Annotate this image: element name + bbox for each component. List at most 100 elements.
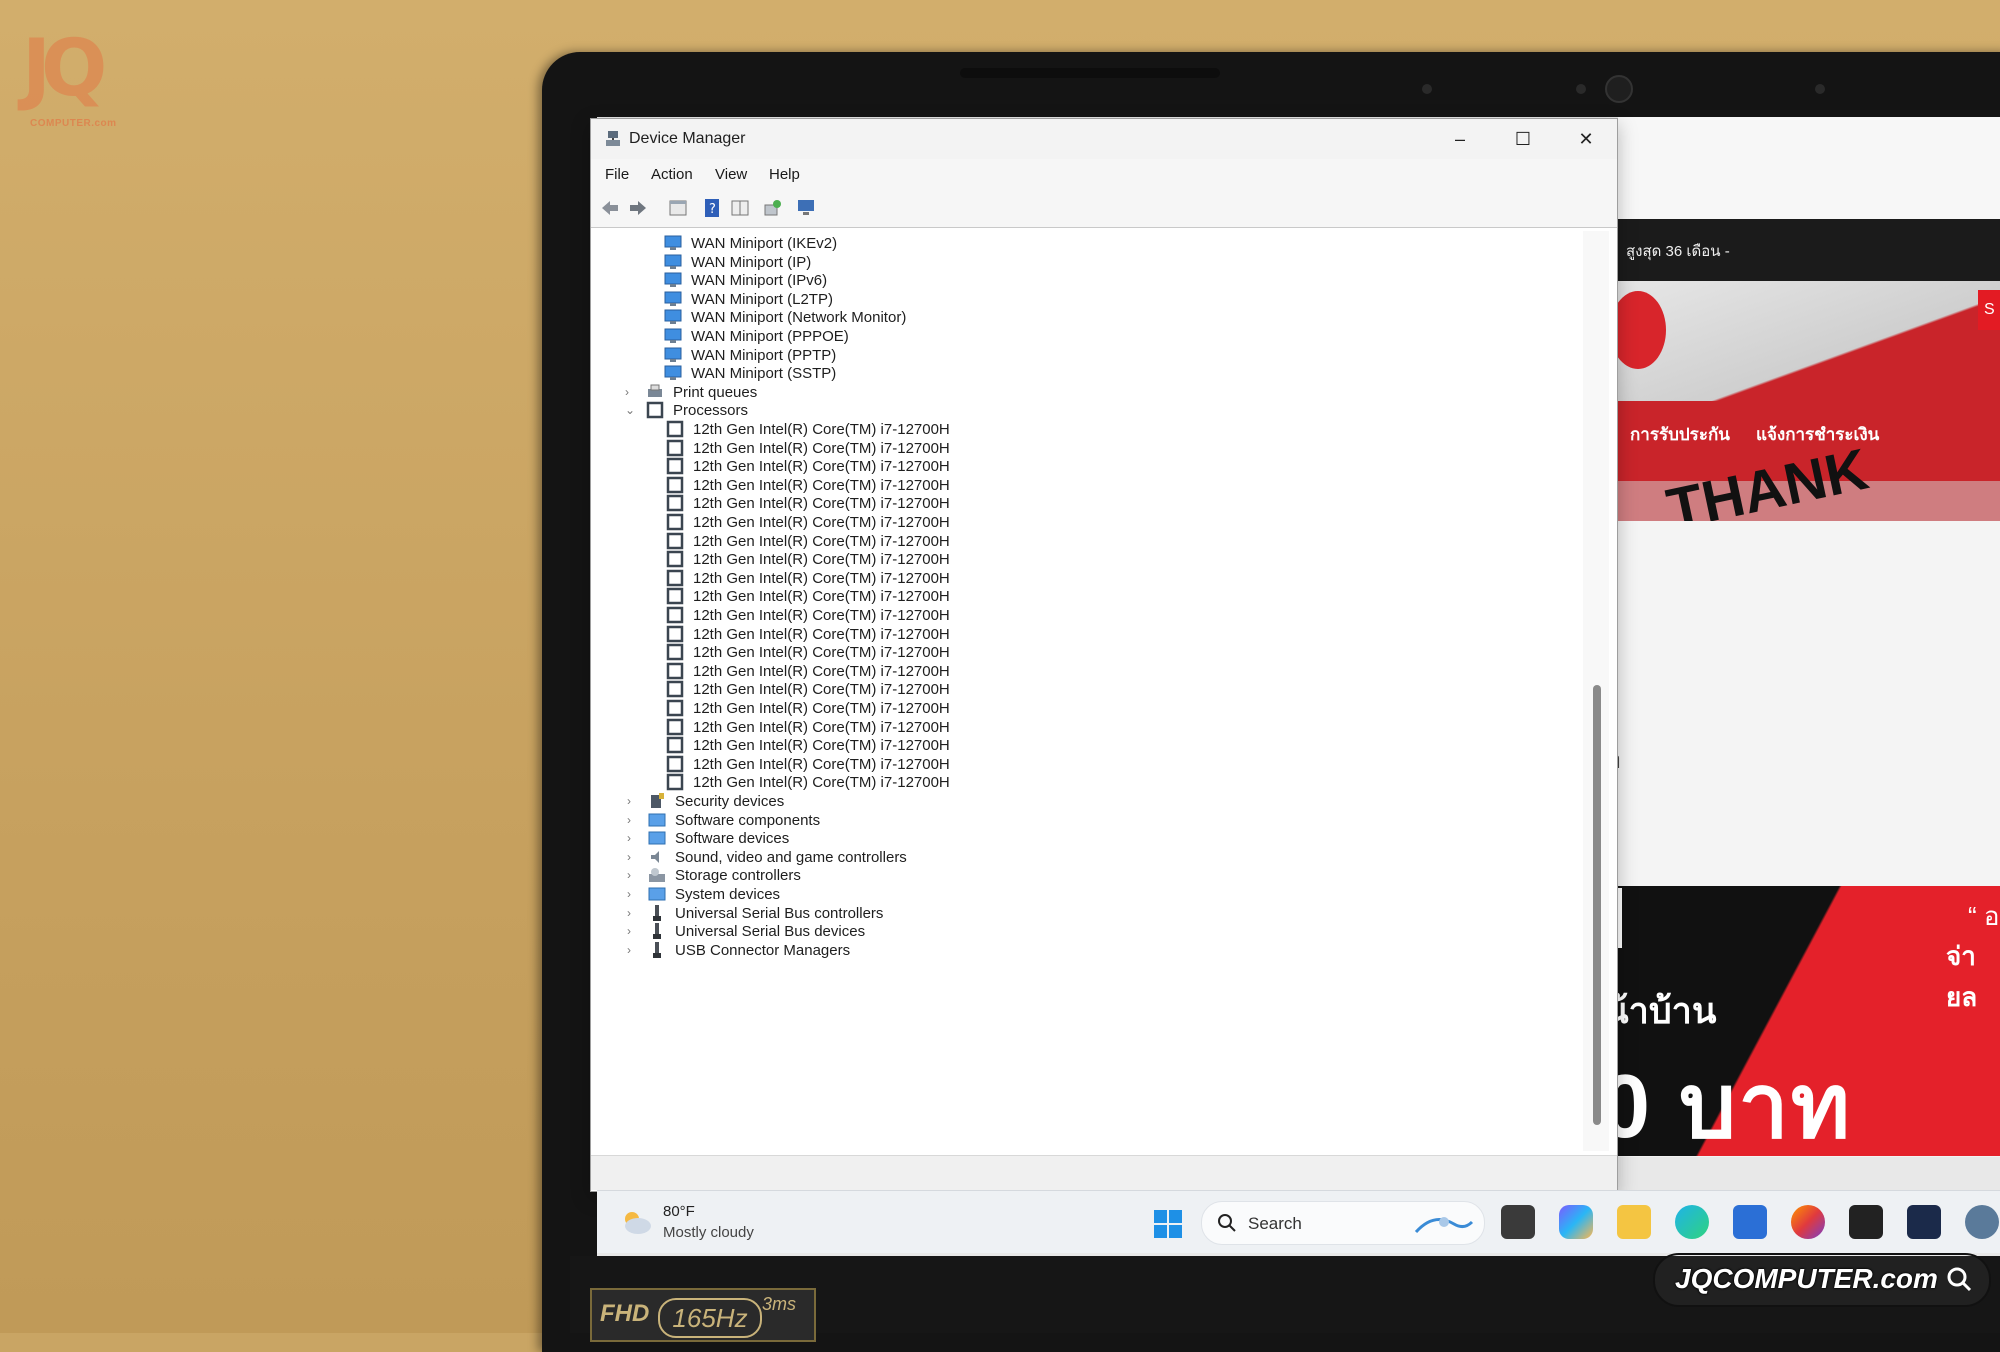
financing-banner[interactable]: “ อ จ่ายล น้าบ้าน 0 บาท — [1600, 886, 2000, 1156]
firefox-icon[interactable] — [1791, 1205, 1825, 1239]
net-device-icon — [664, 235, 682, 250]
expand-chevron-icon[interactable]: › — [627, 907, 639, 919]
search-icon — [1218, 1214, 1236, 1232]
banner-pay-text: จ่ายล — [1946, 941, 1978, 1012]
cpu-device-icon — [666, 513, 684, 531]
weather-condition[interactable]: Mostly cloudy — [663, 1224, 754, 1241]
expand-chevron-icon[interactable]: › — [627, 869, 639, 881]
taskbar-search[interactable]: Search — [1201, 1201, 1485, 1245]
tree-item-label: 12th Gen Intel(R) Core(TM) i7-12700H — [693, 569, 950, 587]
collapse-chevron-icon[interactable]: ⌄ — [625, 404, 637, 416]
tree-item-label: 12th Gen Intel(R) Core(TM) i7-12700H — [693, 588, 950, 606]
dropbox-icon[interactable] — [1849, 1205, 1883, 1239]
expand-chevron-icon[interactable]: › — [627, 795, 639, 807]
red-tag[interactable]: S — [1978, 290, 2000, 330]
svg-text:?: ? — [709, 202, 716, 217]
cpu-device-icon — [666, 755, 684, 773]
microsoft-store-icon[interactable] — [1733, 1205, 1767, 1239]
net-device-icon — [664, 347, 682, 362]
payment-link[interactable]: แจ้งการชำระเงิน — [1756, 421, 1879, 448]
device-tree[interactable]: WAN Miniport (IKEv2) WAN Miniport (IP) WAN… — [597, 231, 1577, 1151]
windows-start-icon[interactable] — [1153, 1209, 1183, 1239]
tree-item-label: Sound, video and game controllers — [675, 848, 907, 866]
sound-device-icon — [651, 850, 659, 863]
copilot-icon[interactable] — [1559, 1205, 1593, 1239]
weather-cloud-icon[interactable] — [619, 1207, 653, 1237]
menu-view[interactable]: View — [715, 166, 747, 183]
tree-item-label: 12th Gen Intel(R) Core(TM) i7-12700H — [693, 495, 950, 513]
cpu-device-icon — [666, 625, 684, 642]
menu-file[interactable]: File — [605, 166, 629, 183]
scan-hardware-icon[interactable] — [795, 197, 817, 219]
close-button[interactable]: ✕ — [1555, 119, 1617, 159]
browser-content: ท — [1606, 521, 2000, 886]
promo-strip: สูงสุด 36 เดือน - — [1618, 219, 2000, 281]
browser-toolbar — [1618, 117, 2000, 220]
tree-item-label: 12th Gen Intel(R) Core(TM) i7-12700H — [693, 718, 950, 736]
show-hidden-icon[interactable] — [729, 197, 751, 219]
sensor-dot — [1815, 84, 1825, 94]
vertical-scrollbar[interactable] — [1583, 231, 1609, 1151]
sys-device-icon — [648, 887, 666, 901]
sensor-dot — [1576, 84, 1586, 94]
scrollbar-thumb[interactable] — [1593, 685, 1601, 1125]
menu-help[interactable]: Help — [769, 166, 800, 183]
vpn-app-icon[interactable] — [1907, 1205, 1941, 1239]
tree-item-label: Storage controllers — [675, 867, 801, 885]
edge-browser-icon[interactable] — [1675, 1205, 1709, 1239]
expand-chevron-icon[interactable]: › — [627, 832, 639, 844]
weather-temperature[interactable]: 80°F — [663, 1203, 695, 1220]
print-device-icon — [648, 384, 662, 397]
brand-watermark: JQCOMPUTER.com — [1653, 1253, 1991, 1307]
cpu-device-icon — [666, 532, 684, 549]
tree-item-label: Print queues — [673, 383, 758, 401]
back-arrow-icon[interactable] — [599, 197, 621, 219]
cpu-device-icon — [666, 606, 684, 624]
tree-item-label: 12th Gen Intel(R) Core(TM) i7-12700H — [693, 532, 950, 550]
tree-item-label: Software devices — [675, 830, 790, 848]
net-device-icon — [664, 309, 682, 325]
tree-item-label: WAN Miniport (Network Monitor) — [691, 309, 907, 327]
tree-item-label: 12th Gen Intel(R) Core(TM) i7-12700H — [693, 439, 950, 457]
update-driver-icon[interactable] — [761, 197, 783, 219]
toolbar: ? — [591, 189, 1617, 228]
task-view-icon[interactable] — [1501, 1205, 1535, 1239]
storage-device-icon — [649, 868, 665, 883]
window-title: Device Manager — [629, 130, 746, 147]
logo-subtext: COMPUTER.com — [30, 118, 117, 129]
tree-item-label: 12th Gen Intel(R) Core(TM) i7-12700H — [693, 551, 950, 569]
net-device-icon — [664, 328, 682, 343]
file-explorer-icon[interactable] — [1617, 1205, 1651, 1239]
cpu-device-icon — [666, 439, 684, 456]
title-bar[interactable]: Device Manager – ☐ ✕ — [591, 119, 1617, 159]
net-device-icon — [664, 291, 682, 306]
tree-item-label: 12th Gen Intel(R) Core(TM) i7-12700H — [693, 514, 950, 531]
expand-chevron-icon[interactable]: › — [627, 851, 639, 863]
taskbar: 80°F Mostly cloudy Search — [597, 1190, 2000, 1253]
menu-action[interactable]: Action — [651, 166, 693, 183]
tree-item-label: 12th Gen Intel(R) Core(TM) i7-12700H — [693, 737, 950, 755]
help-icon[interactable]: ? — [701, 197, 723, 219]
expand-chevron-icon[interactable]: › — [627, 814, 639, 826]
banner-home-text: น้าบ้าน — [1604, 990, 1717, 1031]
maximize-button[interactable]: ☐ — [1492, 119, 1554, 159]
expand-chevron-icon[interactable]: › — [625, 386, 637, 398]
cpu-device-icon — [666, 476, 684, 494]
cpu-device-icon — [666, 588, 684, 605]
tree-item-label: 12th Gen Intel(R) Core(TM) i7-12700H — [693, 774, 950, 792]
expand-chevron-icon[interactable]: › — [627, 925, 639, 937]
expand-chevron-icon[interactable]: › — [627, 888, 639, 900]
cpu-device-icon — [666, 662, 684, 680]
expand-chevron-icon[interactable]: › — [627, 944, 639, 956]
tree-item-label: 12th Gen Intel(R) Core(TM) i7-12700H — [693, 476, 950, 494]
promo-banner[interactable]: THANK การรับประกัน แจ้งการชำระเงิน — [1606, 281, 2000, 521]
cpu-device-icon — [666, 643, 684, 661]
device-manager-window[interactable]: Device Manager – ☐ ✕ File Action View He… — [590, 118, 1618, 1192]
settings-gear-icon[interactable] — [1965, 1205, 1999, 1239]
minimize-button[interactable]: – — [1429, 119, 1491, 159]
net-device-icon — [664, 254, 682, 269]
cpu-device-icon — [666, 550, 684, 568]
forward-arrow-icon[interactable] — [627, 197, 649, 219]
properties-icon[interactable] — [667, 197, 689, 219]
warranty-link[interactable]: การรับประกัน — [1630, 421, 1730, 448]
